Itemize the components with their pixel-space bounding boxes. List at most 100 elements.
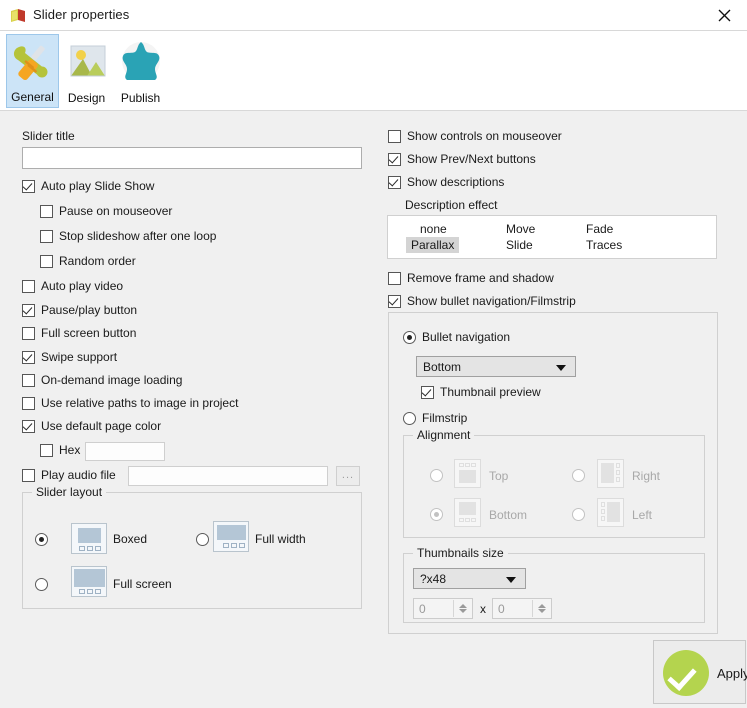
- audio-browse-button[interactable]: ...: [336, 466, 360, 486]
- checkbox-box: [22, 397, 35, 410]
- navigation-subpanel: Bullet navigation Bottom Thumbnail previ…: [388, 312, 718, 634]
- checkbox-label: Swipe support: [41, 350, 118, 364]
- tab-general[interactable]: General: [6, 34, 59, 108]
- checkbox-label: Hex: [59, 443, 81, 457]
- tab-design[interactable]: Design: [60, 34, 113, 108]
- effect-move[interactable]: Move: [501, 221, 540, 237]
- chevron-down-icon: [556, 364, 566, 371]
- effect-parallax[interactable]: Parallax: [406, 237, 460, 253]
- spinner-down-icon[interactable]: [458, 609, 467, 613]
- alignment-group-title: Alignment: [413, 428, 475, 442]
- checkbox-box: [40, 255, 53, 268]
- alignment-right-icon: [597, 459, 624, 488]
- checkbox-box: [22, 374, 35, 387]
- thumbnails-size-combobox[interactable]: ?x48: [413, 568, 526, 589]
- tab-publish[interactable]: Publish: [114, 34, 167, 108]
- checkbox-label: Play audio file: [41, 468, 116, 482]
- spinner-up-icon[interactable]: [537, 604, 546, 608]
- alignment-group: Alignment Top Right Bottom Left: [403, 428, 705, 538]
- spinner-buttons[interactable]: [532, 600, 550, 617]
- close-button[interactable]: [701, 0, 747, 31]
- slider-title-input[interactable]: [22, 147, 362, 169]
- radio-circle: [35, 533, 48, 546]
- audio-file-input[interactable]: [128, 466, 328, 486]
- globe-icon: [117, 38, 165, 86]
- checkbox-box: [22, 304, 35, 317]
- radio-label: Bullet navigation: [422, 330, 511, 344]
- checkbox-box: [388, 272, 401, 285]
- effect-none[interactable]: none: [415, 221, 452, 237]
- tab-publish-label: Publish: [120, 91, 161, 105]
- checkbox-label: Auto play video: [41, 279, 124, 293]
- slider-title-label: Slider title: [22, 129, 75, 143]
- title-bar: Slider properties: [0, 0, 747, 31]
- checkbox-box: [40, 444, 53, 457]
- checkbox-box: [22, 280, 35, 293]
- checkbox-label: Show descriptions: [407, 175, 505, 189]
- apply-button-label: Apply: [717, 666, 747, 681]
- checkbox-box: [22, 180, 35, 193]
- bullet-position-value: Bottom: [423, 360, 462, 374]
- checkbox-label: Use default page color: [41, 419, 162, 433]
- apply-button[interactable]: Apply: [653, 640, 747, 704]
- spinner-down-icon[interactable]: [537, 609, 546, 613]
- tab-general-label: General: [11, 90, 54, 104]
- radio-circle: [572, 508, 585, 521]
- size-separator-label: x: [480, 602, 486, 616]
- checkbox-label: Auto play Slide Show: [41, 179, 155, 193]
- wrench-screwdriver-icon: [9, 39, 57, 87]
- alignment-bottom-label: Bottom: [489, 508, 528, 522]
- thumbnails-size-group: Thumbnails size ?x48 0 x 0: [403, 546, 705, 623]
- chevron-down-icon: [506, 576, 516, 583]
- checkbox-label: Use relative paths to image in project: [41, 396, 239, 410]
- layout-full-screen-label: Full screen: [113, 577, 172, 591]
- app-icon: [10, 8, 26, 24]
- tab-toolbar: General Design Publish: [0, 31, 747, 111]
- alignment-bottom-icon: [454, 498, 481, 527]
- alignment-left-icon: [597, 498, 624, 527]
- thumb-width-spinner[interactable]: 0: [413, 598, 473, 619]
- layout-full-width-label: Full width: [255, 532, 306, 546]
- checkbox-label: Stop slideshow after one loop: [59, 229, 217, 243]
- radio-circle: [35, 578, 48, 591]
- description-effect-list[interactable]: none Move Fade Parallax Slide Traces: [387, 215, 717, 259]
- bullet-position-combobox[interactable]: Bottom: [416, 356, 576, 377]
- thumb-height-value: 0: [498, 602, 505, 616]
- checkbox-label: On-demand image loading: [41, 373, 183, 387]
- checkbox-label: Show controls on mouseover: [407, 129, 562, 143]
- thumbnails-size-value: ?x48: [420, 572, 447, 586]
- checkbox-label: Remove frame and shadow: [407, 271, 554, 285]
- checkbox-box: [421, 386, 434, 399]
- close-icon: [718, 9, 730, 22]
- checkbox-label: Show Prev/Next buttons: [407, 152, 536, 166]
- radio-circle: [403, 331, 416, 344]
- checkbox-label: Thumbnail preview: [440, 385, 541, 399]
- radio-circle: [196, 533, 209, 546]
- checkbox-box: [388, 176, 401, 189]
- effect-slide[interactable]: Slide: [501, 237, 538, 253]
- slider-layout-group: Slider layout Boxed Full width Full scre…: [22, 485, 362, 609]
- effect-fade[interactable]: Fade: [581, 221, 618, 237]
- slider-layout-group-title: Slider layout: [32, 485, 107, 499]
- effect-traces[interactable]: Traces: [581, 237, 627, 253]
- tab-design-label: Design: [67, 91, 106, 105]
- hex-color-input[interactable]: [85, 442, 165, 461]
- spinner-up-icon[interactable]: [458, 604, 467, 608]
- alignment-top-label: Top: [489, 469, 509, 483]
- thumb-width-value: 0: [419, 602, 426, 616]
- spinner-buttons[interactable]: [453, 600, 471, 617]
- radio-label: Filmstrip: [422, 411, 468, 425]
- picture-icon: [63, 38, 111, 86]
- checkbox-label: Full screen button: [41, 326, 137, 340]
- window-title: Slider properties: [33, 7, 130, 22]
- checkbox-box: [388, 295, 401, 308]
- checkbox-box: [40, 230, 53, 243]
- checkbox-box: [388, 153, 401, 166]
- checkbox-label: Pause/play button: [41, 303, 138, 317]
- left-options-panel: Slider title Auto play Slide Show Pause …: [0, 111, 380, 708]
- thumb-height-spinner[interactable]: 0: [492, 598, 552, 619]
- alignment-right-label: Right: [632, 469, 661, 483]
- checkbox-label: Show bullet navigation/Filmstrip: [407, 294, 576, 308]
- checkbox-box: [388, 130, 401, 143]
- radio-circle: [403, 412, 416, 425]
